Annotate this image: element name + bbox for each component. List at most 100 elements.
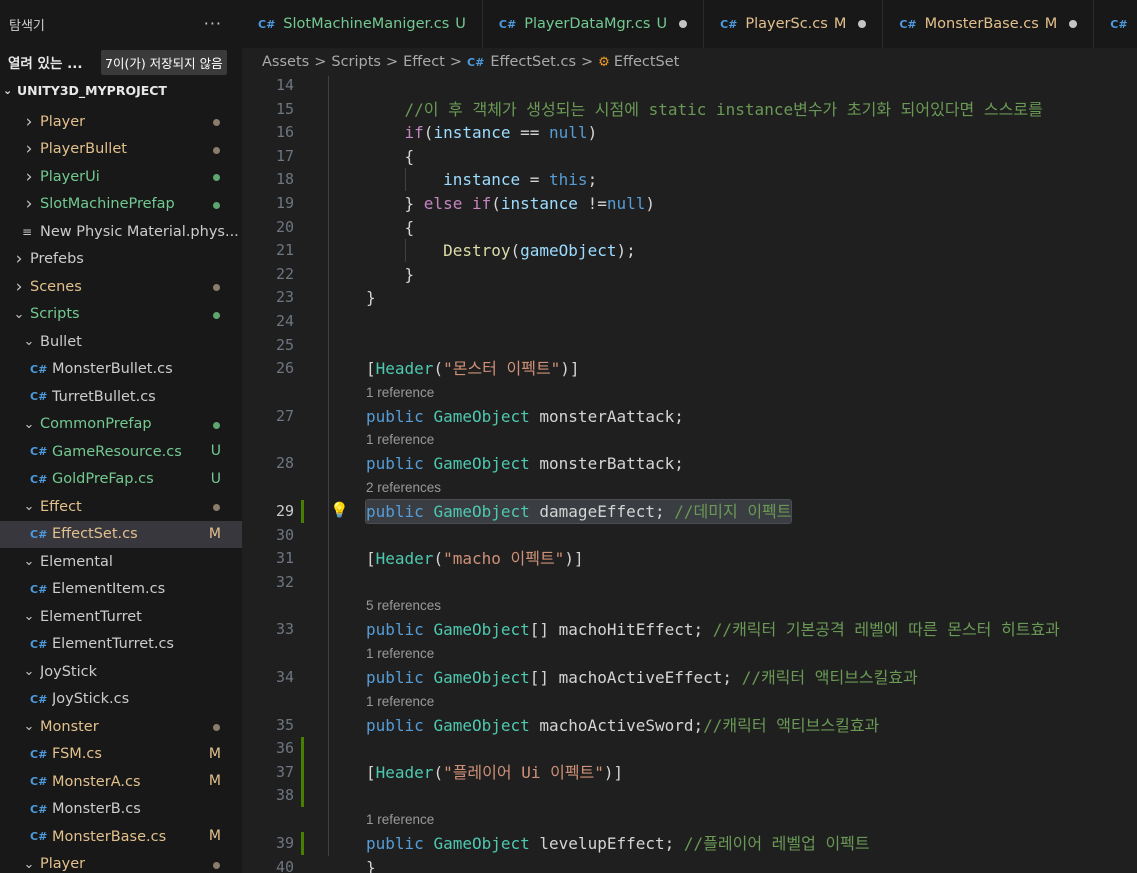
chevron-down-icon: ⌄: [23, 856, 35, 872]
code-line[interactable]: 18 instance = this;: [242, 168, 1137, 191]
tree-item[interactable]: › PlayerUi: [0, 163, 242, 191]
code-line[interactable]: 33 public GameObject[] machoHitEffect; //…: [242, 618, 1137, 641]
editor-tab[interactable]: C# SlotMachineManiger.cs U: [242, 0, 483, 48]
tree-item[interactable]: C# JoyStick.cs: [0, 686, 242, 714]
tree-item[interactable]: › Prefebs: [0, 246, 242, 274]
code-line[interactable]: 29 public GameObject damageEffect; //데미지 …: [242, 499, 1137, 524]
tree-item[interactable]: ≡ New Physic Material.phys...: [0, 218, 242, 246]
tree-item[interactable]: C# EffectSet.cs M: [0, 520, 242, 548]
tree-item[interactable]: › Player: [0, 108, 242, 136]
lightbulb-icon[interactable]: 💡: [330, 501, 349, 519]
code-line[interactable]: 23}: [242, 286, 1137, 309]
tree-item[interactable]: ⌄ Elemental: [0, 548, 242, 576]
code-text: }: [366, 286, 376, 309]
editor-tab[interactable]: C#: [1094, 0, 1137, 48]
csharp-file-icon: C#: [258, 17, 276, 31]
code-token: }: [404, 264, 415, 284]
project-root[interactable]: ⌄ UNITY3D_MYPROJECT: [0, 76, 242, 104]
breadcrumb-item[interactable]: Scripts: [331, 54, 381, 70]
editor-tab[interactable]: C# PlayerSc.cs M: [704, 0, 884, 48]
tree-item-label: JoyStick.cs: [52, 691, 130, 708]
tree-item[interactable]: C# GameResource.cs U: [0, 438, 242, 466]
code-token: [: [366, 359, 376, 379]
code-line[interactable]: 25: [242, 334, 1137, 357]
open-editors-section[interactable]: 열려 있는 ... 7이(가) 저장되지 않음: [0, 48, 242, 76]
codelens-references[interactable]: 1 reference: [366, 431, 434, 449]
code-line[interactable]: 16 if(instance == null): [242, 121, 1137, 144]
tree-item[interactable]: › SlotMachinePrefap: [0, 191, 242, 219]
tree-item[interactable]: C# TurretBullet.cs: [0, 383, 242, 411]
code-line[interactable]: 40}: [242, 856, 1137, 873]
git-change-marker[interactable]: [301, 500, 304, 523]
tree-item[interactable]: C# MonsterA.cs M: [0, 768, 242, 796]
tree-item[interactable]: C# GoldPreFap.cs U: [0, 466, 242, 494]
code-token: public: [366, 715, 424, 735]
codelens-references[interactable]: 2 references: [366, 479, 441, 497]
line-number: 18: [275, 170, 294, 189]
codelens-references[interactable]: 1 reference: [366, 693, 434, 711]
code-line[interactable]: 20 {: [242, 216, 1137, 239]
tree-item[interactable]: ⌄ JoyStick: [0, 658, 242, 686]
explorer-title-label: 탐색기: [9, 18, 45, 34]
codelens-references[interactable]: 1 reference: [366, 645, 434, 663]
tree-item[interactable]: ⌄ Effect: [0, 493, 242, 521]
tree-item[interactable]: ⌄ ElementTurret: [0, 603, 242, 631]
breadcrumb-item[interactable]: Effect: [403, 54, 445, 70]
git-status-letter: M: [208, 773, 221, 789]
code-line[interactable]: 30: [242, 524, 1137, 547]
code-line[interactable]: 24: [242, 310, 1137, 333]
tree-item[interactable]: ⌄ Player: [0, 851, 242, 873]
breadcrumb-item[interactable]: Assets: [262, 54, 309, 70]
editor-tab[interactable]: C# PlayerDataMgr.cs U: [482, 0, 705, 48]
git-change-marker[interactable]: [301, 832, 304, 855]
tree-item[interactable]: ⌄ CommonPrefap: [0, 411, 242, 439]
code-line[interactable]: 32: [242, 571, 1137, 594]
tree-item[interactable]: C# MonsterBase.cs M: [0, 823, 242, 851]
code-line[interactable]: 22 }: [242, 263, 1137, 286]
breadcrumb-item[interactable]: EffectSet.cs: [490, 54, 576, 70]
code-line[interactable]: 35 public GameObject machoActiveSword;//캐…: [242, 714, 1137, 737]
unsaved-dot-icon[interactable]: [679, 20, 688, 28]
code-line[interactable]: 15 //이 후 객체가 생성되는 시점에 static instance변수가…: [242, 98, 1137, 121]
tree-item[interactable]: C# ElementTurret.cs: [0, 631, 242, 659]
codelens-references[interactable]: 5 references: [366, 597, 441, 615]
code-line[interactable]: 36: [242, 737, 1137, 760]
code-line[interactable]: 21 Destroy(gameObject);: [242, 239, 1137, 262]
tree-item[interactable]: C# MonsterB.cs: [0, 796, 242, 824]
code-line[interactable]: 34 public GameObject[] machoActiveEffect;…: [242, 666, 1137, 689]
tree-item[interactable]: C# ElementItem.cs: [0, 576, 242, 604]
code-line[interactable]: 19 } else if(instance !=null): [242, 192, 1137, 215]
editor-tab[interactable]: C# MonsterBase.cs M: [883, 0, 1095, 48]
code-line[interactable]: 17 {: [242, 145, 1137, 168]
code-token: "플레이어 Ui 이펙트": [443, 762, 604, 782]
tree-item[interactable]: C# MonsterBullet.cs: [0, 356, 242, 384]
tree-item[interactable]: › Scenes: [0, 273, 242, 301]
tree-item-label: MonsterA.cs: [52, 773, 141, 790]
code-line[interactable]: 27 public GameObject monsterAattack;: [242, 405, 1137, 428]
breadcrumb-item[interactable]: EffectSet: [614, 54, 680, 70]
codelens-references[interactable]: 1 reference: [366, 811, 434, 829]
codelens-references[interactable]: 1 reference: [366, 384, 434, 402]
code-line[interactable]: 31 [Header("macho 이펙트")]: [242, 547, 1137, 570]
more-actions-icon[interactable]: ···: [204, 14, 222, 33]
line-number: 23: [275, 288, 294, 307]
tree-item[interactable]: C# FSM.cs M: [0, 741, 242, 769]
tree-item[interactable]: › PlayerBullet: [0, 136, 242, 164]
code-editor[interactable]: 14 15 //이 후 객체가 생성되는 시점에 static instance변…: [242, 76, 1137, 873]
git-change-marker[interactable]: [301, 737, 304, 808]
unsaved-dot-icon[interactable]: [858, 20, 867, 28]
tree-item[interactable]: ⌄ Bullet: [0, 328, 242, 356]
code-line[interactable]: 28 public GameObject monsterBattack;: [242, 452, 1137, 475]
code-token: [: [366, 549, 376, 569]
tree-item[interactable]: ⌄ Scripts: [0, 301, 242, 329]
tree-item[interactable]: ⌄ Monster: [0, 713, 242, 741]
csharp-file-icon: C#: [720, 17, 738, 31]
git-status-dot: [213, 201, 220, 209]
code-line[interactable]: 26 [Header("몬스터 이펙트")]: [242, 357, 1137, 380]
code-line[interactable]: 39 public GameObject levelupEffect; //플레이…: [242, 832, 1137, 855]
code-line[interactable]: 14: [242, 76, 1137, 97]
code-line[interactable]: 38: [242, 784, 1137, 807]
unsaved-dot-icon[interactable]: [1069, 20, 1078, 28]
tree-item-label: New Physic Material.phys...: [40, 223, 239, 240]
code-line[interactable]: 37 [Header("플레이어 Ui 이펙트")]: [242, 761, 1137, 784]
